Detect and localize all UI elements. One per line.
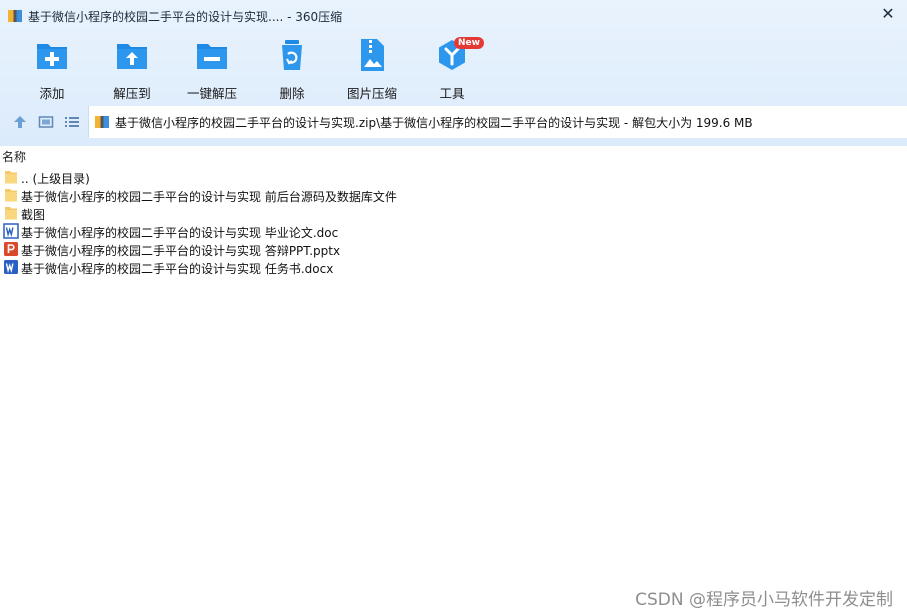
delete-icon	[282, 40, 302, 70]
item-name: 截图	[21, 208, 46, 222]
word-docx-icon	[4, 260, 18, 274]
item-name: 基于微信小程序的校园二手平台的设计与实现 前后台源码及数据库文件	[21, 190, 397, 204]
tools-label: 工具	[439, 86, 465, 101]
file-list: .. (上级目录) 基于微信小程序的校园二手平台的设计与实现 前后台源码及数据库…	[0, 168, 907, 276]
one-click-extract-icon	[197, 44, 227, 69]
csdn-watermark: CSDN @程序员小马软件开发定制	[635, 590, 893, 610]
list-view-icon[interactable]	[64, 114, 80, 130]
one-click-extract-button[interactable]: 一键解压	[172, 38, 252, 101]
window-title: 基于微信小程序的校园二手平台的设计与实现.... - 360压缩	[28, 10, 343, 24]
window-chrome: 基于微信小程序的校园二手平台的设计与实现.... - 360压缩 ✕ 添加 解压…	[0, 0, 907, 146]
powerpoint-icon	[4, 242, 18, 256]
title-bar: 基于微信小程序的校园二手平台的设计与实现.... - 360压缩 ✕	[0, 0, 907, 30]
list-item-folder[interactable]: 基于微信小程序的校园二手平台的设计与实现 前后台源码及数据库文件	[0, 186, 907, 204]
extract-to-button[interactable]: 解压到	[92, 38, 172, 101]
archive-path-text: 基于微信小程序的校园二手平台的设计与实现.zip\基于微信小程序的校园二手平台的…	[115, 116, 753, 130]
column-name-label: 名称	[2, 150, 27, 164]
word-doc-icon	[3, 223, 19, 239]
item-name: 基于微信小程序的校园二手平台的设计与实现 答辩PPT.pptx	[21, 244, 341, 258]
add-icon	[37, 44, 67, 69]
add-button[interactable]: 添加	[12, 38, 92, 101]
tools-button[interactable]: New 工具	[412, 37, 492, 101]
navigation-bar: 基于微信小程序的校园二手平台的设计与实现.zip\基于微信小程序的校园二手平台的…	[0, 106, 907, 138]
up-arrow-icon[interactable]	[12, 114, 28, 130]
folder-icon	[5, 171, 17, 184]
address-bar[interactable]: 基于微信小程序的校园二手平台的设计与实现.zip\基于微信小程序的校园二手平台的…	[88, 106, 907, 138]
image-compress-button[interactable]: 图片压缩	[332, 38, 412, 101]
extract-to-icon	[117, 44, 147, 69]
list-item-file[interactable]: 基于微信小程序的校园二手平台的设计与实现 任务书.docx	[0, 258, 907, 276]
image-compress-label: 图片压缩	[346, 86, 397, 101]
add-label: 添加	[39, 86, 65, 101]
one-click-extract-label: 一键解压	[186, 86, 237, 101]
delete-button[interactable]: 删除	[252, 38, 332, 101]
folder-icon	[5, 189, 17, 202]
list-item-file[interactable]: 基于微信小程序的校园二手平台的设计与实现 毕业论文.doc	[0, 222, 907, 240]
folder-icon	[5, 207, 17, 220]
item-name: 基于微信小程序的校园二手平台的设计与实现 毕业论文.doc	[21, 226, 339, 240]
new-badge: New	[454, 37, 484, 49]
list-item-parent-directory[interactable]: .. (上级目录)	[0, 168, 907, 186]
extract-to-label: 解压到	[113, 86, 151, 101]
archive-app-icon	[8, 10, 22, 22]
toolbar: 添加 解压到 一键解压 删除 图片压缩 New 工具	[0, 32, 907, 102]
list-item-file[interactable]: 基于微信小程序的校园二手平台的设计与实现 答辩PPT.pptx	[0, 240, 907, 258]
image-compress-icon	[361, 39, 384, 71]
delete-label: 删除	[279, 86, 305, 101]
thumbnail-view-icon[interactable]	[38, 114, 54, 130]
item-name: .. (上级目录)	[21, 172, 90, 186]
column-header-name[interactable]: 名称	[0, 148, 907, 164]
archive-file-icon	[95, 116, 109, 128]
list-item-folder[interactable]: 截图	[0, 204, 907, 222]
item-name: 基于微信小程序的校园二手平台的设计与实现 任务书.docx	[21, 262, 334, 276]
close-icon[interactable]: ✕	[879, 5, 897, 23]
